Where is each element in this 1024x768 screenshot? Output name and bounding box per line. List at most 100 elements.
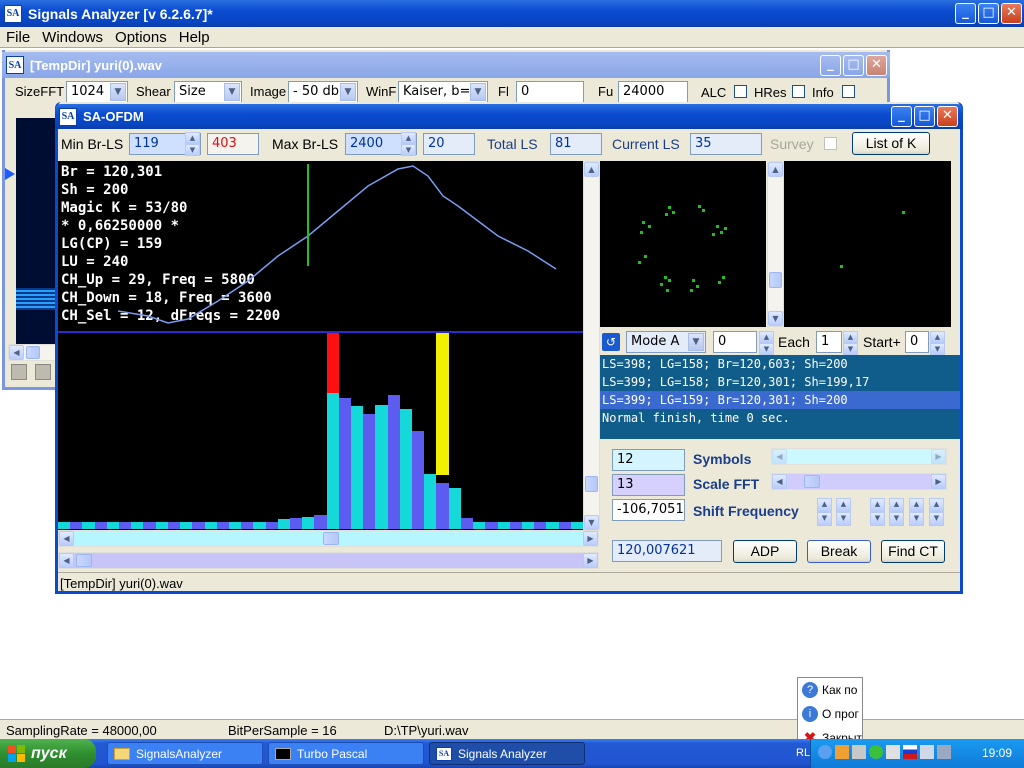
shift-spinner-6[interactable]: ▲ ▼	[929, 498, 944, 526]
scroll-left-icon[interactable]: ◀	[772, 449, 787, 464]
shift-spinner-2[interactable]: ▲ ▼	[836, 498, 851, 526]
scale-fft-field[interactable]: 13	[612, 474, 685, 496]
child-maximize-button[interactable]: □	[843, 55, 864, 76]
tray-icon[interactable]	[835, 745, 849, 759]
tool-icon[interactable]	[11, 364, 27, 380]
image-select[interactable]: - 50 db ▼	[288, 81, 358, 103]
language-indicator[interactable]: RL	[796, 747, 810, 759]
scroll-left-icon[interactable]: ◀	[59, 531, 74, 546]
spin-down-icon[interactable]: ▼	[909, 512, 924, 526]
minimize-button[interactable]: _	[955, 3, 976, 24]
start-button[interactable]: пуск	[0, 739, 96, 768]
adp-button[interactable]: ADP	[733, 540, 797, 563]
scale-fft-slider[interactable]: ◀ ▶	[771, 473, 947, 490]
tray-icon[interactable]	[886, 745, 900, 759]
scroll-right-icon[interactable]: ▶	[931, 474, 946, 489]
child-close-button[interactable]: ✕	[866, 55, 887, 76]
each-spinner[interactable]: ▲ ▼	[843, 331, 858, 355]
tray-icon[interactable]	[869, 745, 883, 759]
log-line[interactable]: Normal finish, time 0 sec.	[600, 409, 960, 427]
spin-down-icon[interactable]: ▼	[836, 512, 851, 526]
spin-down-icon[interactable]: ▼	[929, 512, 944, 526]
undo-icon[interactable]: ↺	[602, 333, 620, 351]
symbols-field[interactable]: 12	[612, 449, 685, 471]
plot-horizontal-scrollbar-1[interactable]: ◀ ▶	[58, 530, 599, 547]
network-icon[interactable]	[937, 745, 951, 759]
mode-num-input[interactable]: 0	[713, 331, 757, 353]
spin-up-icon[interactable]: ▲	[759, 331, 774, 343]
scroll-down-icon[interactable]: ▼	[768, 311, 783, 326]
close-button[interactable]: ✕	[1001, 3, 1022, 24]
break-button[interactable]: Break	[807, 540, 871, 563]
max-br-ls-spinner[interactable]: ▲ ▼	[401, 132, 416, 156]
spin-down-icon[interactable]: ▼	[401, 144, 416, 156]
sizefft-select[interactable]: 1024 ▼	[66, 81, 128, 103]
shift-spinner-3[interactable]: ▲ ▼	[870, 498, 885, 526]
scroll-right-icon[interactable]: ▶	[931, 449, 946, 464]
shear-select[interactable]: Size ▼	[174, 81, 242, 103]
spin-down-icon[interactable]: ▼	[817, 512, 832, 526]
spin-up-icon[interactable]: ▲	[929, 498, 944, 512]
spin-up-icon[interactable]: ▲	[843, 331, 858, 343]
taskbar-item-signalsanalyzer-folder[interactable]: SignalsAnalyzer	[107, 742, 263, 765]
spin-up-icon[interactable]: ▲	[185, 132, 200, 144]
scroll-thumb[interactable]	[769, 272, 782, 288]
scroll-left-icon[interactable]: ◀	[772, 474, 787, 489]
child-minimize-button[interactable]: _	[820, 55, 841, 76]
spin-up-icon[interactable]: ▲	[870, 498, 885, 512]
taskbar-item-turbo-pascal[interactable]: Turbo Pascal	[268, 742, 424, 765]
child-horizontal-scrollbar[interactable]: ◀	[8, 344, 56, 361]
scroll-thumb[interactable]	[76, 554, 92, 567]
ofdm-minimize-button[interactable]: _	[891, 106, 912, 127]
spin-up-icon[interactable]: ▲	[836, 498, 851, 512]
find-ct-button[interactable]: Find CT	[881, 540, 945, 563]
ofdm-maximize-button[interactable]: □	[914, 106, 935, 127]
spin-up-icon[interactable]: ▲	[909, 498, 924, 512]
scroll-down-icon[interactable]: ▼	[584, 515, 599, 530]
scroll-thumb[interactable]	[804, 475, 820, 488]
ofdm-close-button[interactable]: ✕	[937, 106, 958, 127]
spin-up-icon[interactable]: ▲	[817, 498, 832, 512]
log-line-selected[interactable]: LS=399; LG=159; Br=120,301; Sh=200	[600, 391, 960, 409]
menu-windows[interactable]: Windows	[42, 29, 103, 46]
constellation-scrollbar[interactable]: ▲ ▼	[767, 161, 784, 327]
scroll-thumb[interactable]	[585, 476, 598, 492]
spin-down-icon[interactable]: ▼	[185, 144, 200, 156]
spin-down-icon[interactable]: ▼	[930, 343, 945, 355]
shift-spinner-4[interactable]: ▲ ▼	[889, 498, 904, 526]
scroll-left-icon[interactable]: ◀	[59, 553, 74, 568]
start-input[interactable]: 0	[905, 331, 929, 353]
menu-help[interactable]: Help	[179, 29, 210, 46]
scroll-thumb[interactable]	[323, 532, 339, 545]
mode-select[interactable]: Mode A ▼	[626, 331, 706, 353]
scroll-thumb[interactable]	[26, 346, 40, 359]
list-of-k-button[interactable]: List of K	[852, 132, 930, 155]
plot-vertical-scrollbar[interactable]: ▲ ▼	[583, 161, 600, 531]
symbols-slider[interactable]: ◀ ▶	[771, 448, 947, 465]
maximize-button[interactable]: □	[978, 3, 999, 24]
plot-horizontal-scrollbar-2[interactable]: ◀ ▶	[58, 552, 599, 569]
scroll-up-icon[interactable]: ▲	[768, 162, 783, 177]
spin-down-icon[interactable]: ▼	[889, 512, 904, 526]
min-br-ls-spinner[interactable]: ▲ ▼	[185, 132, 200, 156]
survey-checkbox[interactable]	[824, 137, 837, 150]
menu-options[interactable]: Options	[115, 29, 167, 46]
menu-file[interactable]: File	[6, 29, 30, 46]
flag-icon[interactable]	[903, 745, 917, 759]
spin-down-icon[interactable]: ▼	[843, 343, 858, 355]
tray-icon[interactable]	[852, 745, 866, 759]
log-line[interactable]: LS=398; LG=158; Br=120,603; Sh=200	[600, 355, 960, 373]
tray-icon[interactable]	[920, 745, 934, 759]
scroll-left-icon[interactable]: ◀	[9, 345, 24, 360]
spin-up-icon[interactable]: ▲	[401, 132, 416, 144]
shift-spinner-5[interactable]: ▲ ▼	[909, 498, 924, 526]
log-line[interactable]: LS=399; LG=158; Br=120,301; Sh=199,17	[600, 373, 960, 391]
scroll-right-icon[interactable]: ▶	[583, 531, 598, 546]
scroll-up-icon[interactable]: ▲	[584, 162, 599, 177]
popup-item-about[interactable]: i О прог	[798, 702, 862, 726]
taskbar-item-signals-analyzer[interactable]: SA Signals Analyzer	[429, 742, 585, 765]
popup-item-how-to[interactable]: ? Как по	[798, 678, 862, 702]
hres-checkbox[interactable]	[792, 85, 805, 98]
clock[interactable]: 19:09	[982, 746, 1012, 760]
tool-icon[interactable]	[35, 364, 51, 380]
